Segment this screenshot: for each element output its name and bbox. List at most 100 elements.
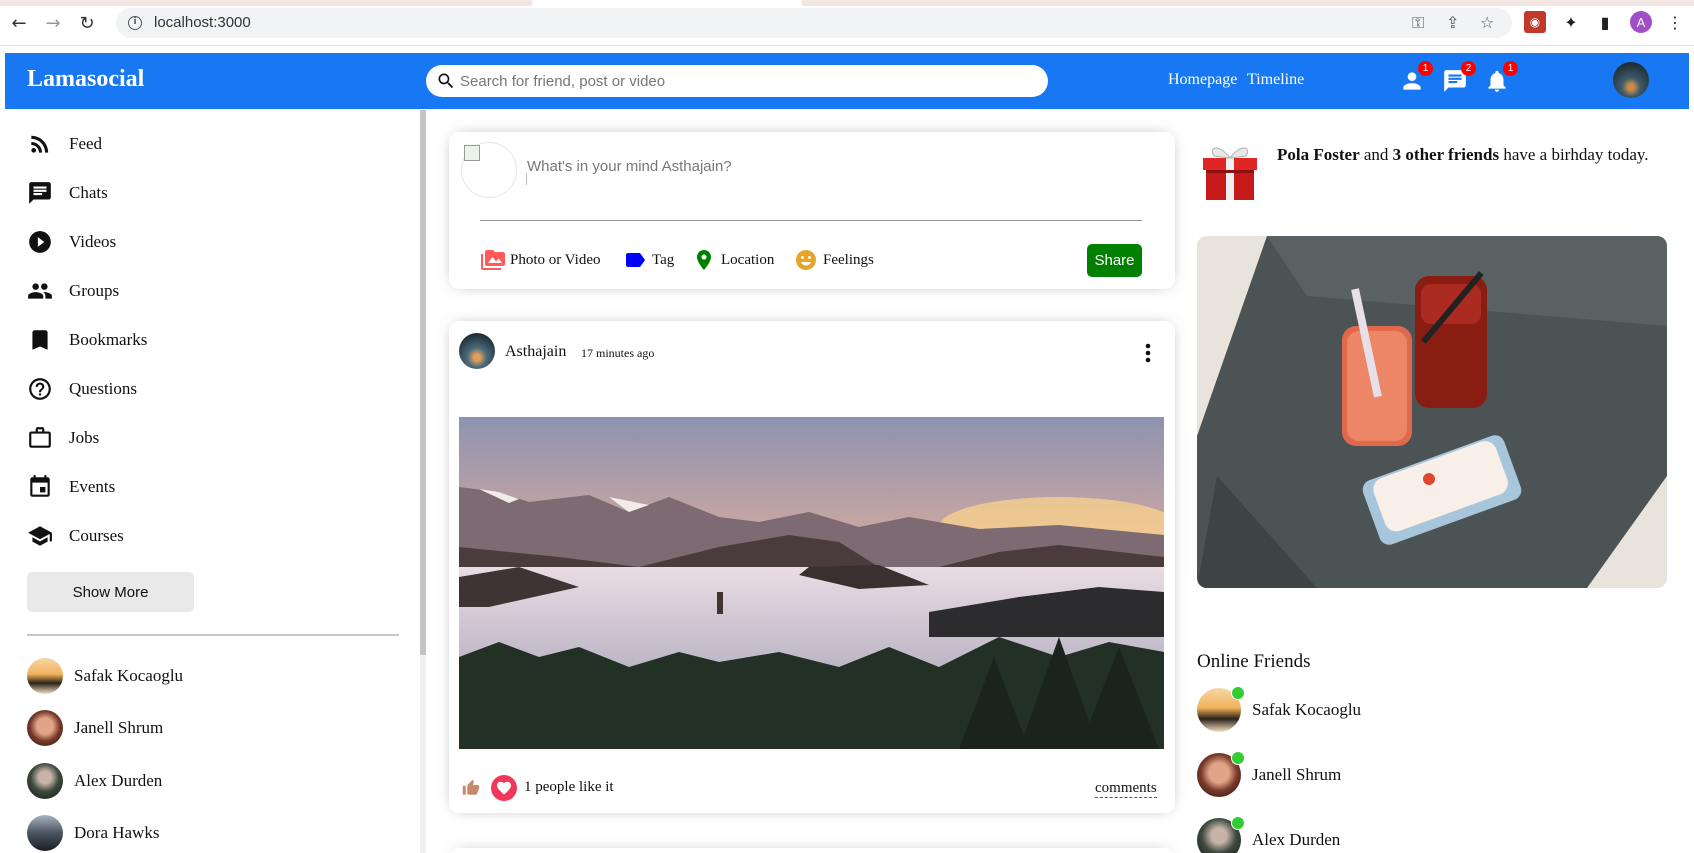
sidebar-item-groups[interactable]: Groups bbox=[27, 276, 119, 306]
share-option-photo[interactable]: Photo or Video bbox=[480, 248, 601, 272]
star-icon[interactable]: ☆ bbox=[1480, 13, 1494, 32]
sidebar-item-label: Bookmarks bbox=[69, 330, 148, 349]
online-status-dot bbox=[1231, 751, 1245, 765]
birthday-rest: have a birhday today. bbox=[1499, 145, 1649, 164]
avatar bbox=[1197, 751, 1245, 797]
like-count: 1 people like it bbox=[524, 779, 614, 795]
post-author-avatar[interactable] bbox=[459, 333, 495, 369]
online-status-dot bbox=[1231, 686, 1245, 700]
messages-button[interactable]: 2 bbox=[1440, 61, 1476, 95]
sidebar-item-label: Events bbox=[69, 477, 116, 496]
share-input[interactable] bbox=[527, 158, 1127, 175]
sidebar-scrollbar[interactable] bbox=[420, 110, 426, 655]
site-info-icon[interactable]: i bbox=[128, 16, 142, 30]
friend-item[interactable]: Janell Shrum bbox=[27, 710, 163, 746]
friend-name: Dora Hawks bbox=[74, 823, 160, 842]
online-status-dot bbox=[1231, 816, 1245, 830]
work-outline-icon bbox=[29, 427, 51, 448]
notifications-badge: 1 bbox=[1503, 61, 1518, 76]
online-friend-item[interactable]: Safak Kocaoglu bbox=[1197, 686, 1362, 732]
share-button[interactable]: Share bbox=[1087, 244, 1142, 277]
friend-item[interactable]: Alex Durden bbox=[27, 763, 162, 799]
online-friend-item[interactable]: Alex Durden bbox=[1197, 816, 1341, 853]
share-option-feelings[interactable]: Feelings bbox=[793, 248, 874, 272]
puzzle-icon[interactable]: ✦ bbox=[1560, 11, 1582, 33]
url-text[interactable]: localhost:3000 bbox=[154, 14, 251, 31]
play-circle-icon bbox=[29, 231, 51, 253]
share-option-tag[interactable]: Tag bbox=[622, 248, 674, 272]
menu-icon[interactable]: ⋮ bbox=[1664, 11, 1686, 33]
key-icon[interactable]: ⚿ bbox=[1412, 13, 1424, 33]
timeline-link[interactable]: Timeline bbox=[1247, 71, 1304, 89]
share-option-label: Tag bbox=[652, 251, 675, 268]
comments-link[interactable]: comments bbox=[1095, 780, 1157, 798]
sidebar-item-videos[interactable]: Videos bbox=[27, 227, 116, 257]
sidebar-item-label: Courses bbox=[69, 526, 124, 545]
notifications-button[interactable]: 1 bbox=[1482, 61, 1518, 95]
bookmark-icon bbox=[32, 330, 48, 350]
label-icon bbox=[626, 253, 645, 267]
logo[interactable]: Lamasocial bbox=[27, 66, 144, 93]
sidebar-item-jobs[interactable]: Jobs bbox=[27, 423, 99, 453]
post-card: Asthajain 17 minutes ago 1 people like i… bbox=[449, 321, 1175, 813]
sidebar-item-questions[interactable]: Questions bbox=[27, 374, 137, 404]
sidebar-item-label: Chats bbox=[69, 183, 108, 202]
online-friends-title: Online Friends bbox=[1197, 651, 1311, 672]
sidebar-item-feed[interactable]: Feed bbox=[27, 129, 102, 159]
avatar bbox=[1197, 816, 1245, 853]
share-card: Photo or Video Tag Location Feelings Sha… bbox=[449, 132, 1175, 289]
online-friend-name: Janell Shrum bbox=[1252, 765, 1342, 784]
searchbar[interactable] bbox=[426, 65, 1048, 97]
help-outline-icon bbox=[29, 378, 51, 400]
birthday-others: 3 other friends bbox=[1392, 145, 1500, 164]
back-icon[interactable]: ← bbox=[8, 12, 30, 34]
online-friend-name: Alex Durden bbox=[1252, 830, 1341, 849]
more-vert-icon[interactable] bbox=[1142, 341, 1154, 365]
reload-icon[interactable]: ↻ bbox=[76, 12, 98, 34]
sidebar-item-bookmarks[interactable]: Bookmarks bbox=[27, 325, 147, 355]
side-panel-icon[interactable]: ▮ bbox=[1594, 11, 1616, 33]
search-input[interactable] bbox=[460, 72, 1020, 90]
online-friend-name: Safak Kocaoglu bbox=[1252, 700, 1362, 719]
friend-requests-button[interactable]: 1 bbox=[1397, 61, 1433, 95]
online-friend-item[interactable]: Janell Shrum bbox=[1197, 751, 1342, 797]
share-divider bbox=[480, 220, 1142, 221]
address-bar[interactable]: i localhost:3000 ⚿ ⇪ ☆ bbox=[116, 8, 1512, 38]
broken-image-icon bbox=[464, 145, 480, 161]
forward-icon[interactable]: → bbox=[42, 12, 64, 34]
sidebar-item-label: Groups bbox=[69, 281, 120, 300]
sidebar-item-events[interactable]: Events bbox=[27, 472, 115, 502]
sidebar-item-chats[interactable]: Chats bbox=[27, 178, 108, 208]
show-more-button[interactable]: Show More bbox=[27, 572, 194, 612]
friend-requests-badge: 1 bbox=[1418, 61, 1433, 76]
profile-picture[interactable] bbox=[1613, 62, 1649, 98]
share-page-icon[interactable]: ⇪ bbox=[1446, 13, 1459, 32]
sidebar: Feed Chats Videos Groups Bookmarks Quest… bbox=[0, 110, 420, 853]
avatar bbox=[27, 710, 63, 746]
sidebar-item-label: Videos bbox=[69, 232, 117, 251]
room-icon bbox=[697, 250, 711, 270]
perm-media-icon bbox=[481, 250, 505, 270]
like-icon[interactable] bbox=[461, 779, 481, 797]
heart-icon[interactable] bbox=[491, 775, 517, 801]
ad-image[interactable] bbox=[1197, 236, 1667, 588]
messages-badge: 2 bbox=[1461, 61, 1476, 76]
sidebar-divider bbox=[27, 634, 399, 636]
friend-item[interactable]: Safak Kocaoglu bbox=[27, 658, 183, 694]
homepage-link[interactable]: Homepage bbox=[1168, 71, 1237, 89]
birthday-and: and bbox=[1359, 145, 1393, 164]
friend-name: Janell Shrum bbox=[74, 718, 164, 737]
topbar: Lamasocial Homepage Timeline 1 2 1 bbox=[5, 53, 1689, 109]
share-profile-image bbox=[461, 142, 527, 198]
chat-icon bbox=[29, 182, 51, 204]
sidebar-item-courses[interactable]: Courses bbox=[27, 521, 124, 551]
profile-avatar[interactable]: A bbox=[1630, 11, 1652, 33]
avatar bbox=[1197, 686, 1245, 732]
friend-item[interactable]: Dora Hawks bbox=[27, 815, 159, 851]
post-username[interactable]: Asthajain bbox=[505, 343, 566, 361]
share-option-label: Feelings bbox=[823, 251, 874, 268]
friend-name: Alex Durden bbox=[74, 771, 163, 790]
friend-name: Safak Kocaoglu bbox=[74, 666, 184, 685]
extension-icon[interactable]: ◉ bbox=[1524, 11, 1546, 33]
share-option-location[interactable]: Location bbox=[691, 248, 774, 272]
